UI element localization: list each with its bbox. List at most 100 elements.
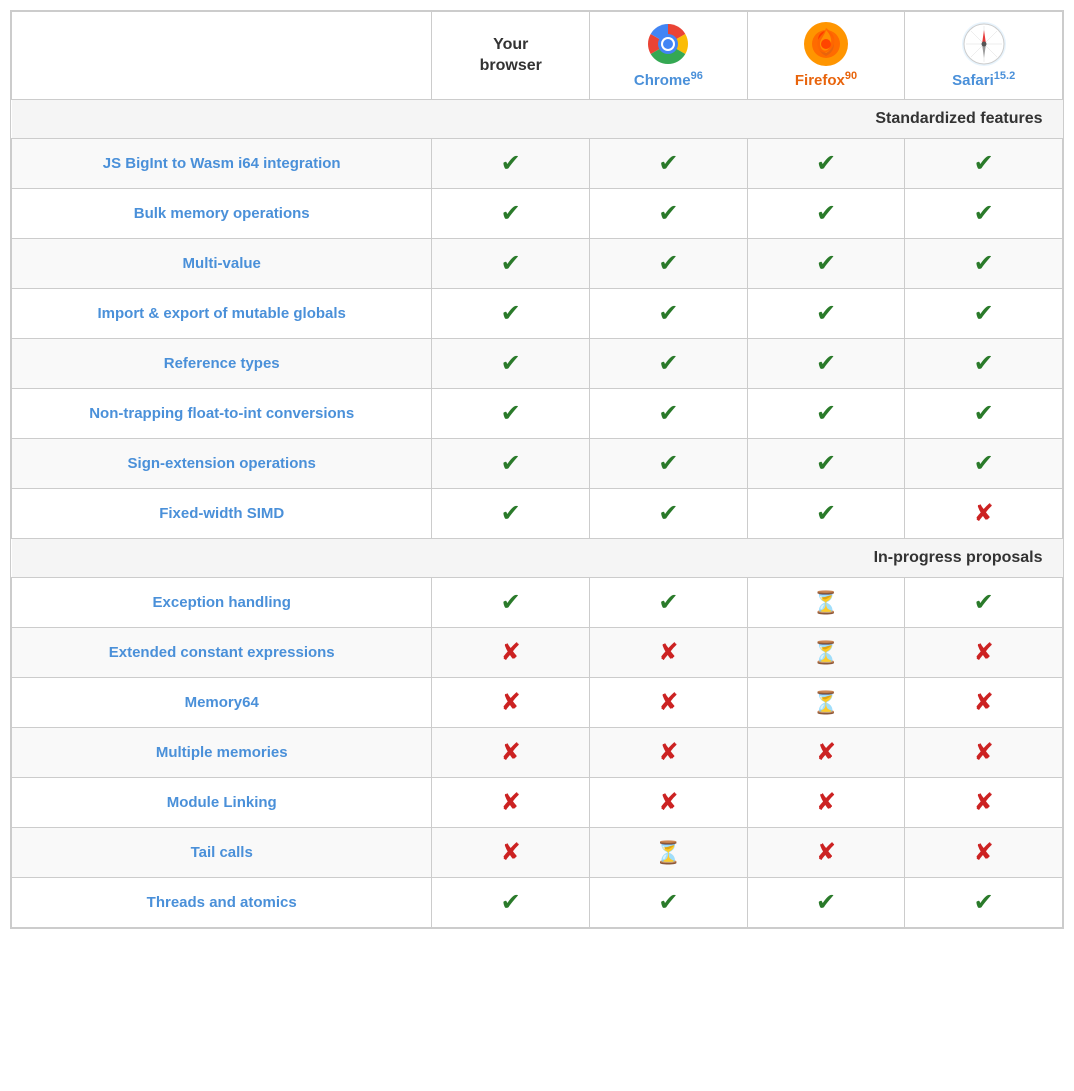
chrome-cell: ✔: [590, 489, 748, 539]
safari-cell: ✔: [905, 239, 1063, 289]
your-browser-label: Yourbrowser: [440, 35, 581, 77]
firefox-cell: ✔: [747, 139, 905, 189]
safari-icon: [962, 22, 1006, 66]
check-icon: ✔: [658, 200, 678, 227]
cross-icon: ✘: [974, 739, 994, 766]
feature-name: Module Linking: [12, 778, 432, 828]
cross-icon: ✘: [658, 739, 678, 766]
chrome-cell: ⏳: [590, 828, 748, 878]
safari-label: Safari15.2: [952, 70, 1015, 89]
firefox-cell: ✘: [747, 828, 905, 878]
feature-name: Multi-value: [12, 239, 432, 289]
check-icon: ✔: [974, 200, 994, 227]
table-row: Tail calls ✘ ⏳ ✘ ✘: [12, 828, 1063, 878]
check-icon: ✔: [816, 500, 836, 527]
cross-icon: ✘: [974, 839, 994, 866]
safari-cell: ✔: [905, 389, 1063, 439]
safari-version: 15.2: [994, 70, 1015, 82]
firefox-cell: ✔: [747, 489, 905, 539]
firefox-cell: ✔: [747, 339, 905, 389]
chrome-header: Chrome96: [590, 12, 748, 100]
safari-cell: ✔: [905, 339, 1063, 389]
check-icon: ✔: [974, 889, 994, 916]
cross-icon: ✘: [974, 639, 994, 666]
feature-name: Non-trapping float-to-int conversions: [12, 389, 432, 439]
feature-column-header: [12, 12, 432, 100]
feature-name: Memory64: [12, 678, 432, 728]
safari-cell: ✘: [905, 489, 1063, 539]
check-icon: ✔: [816, 400, 836, 427]
table-row: Bulk memory operations ✔ ✔ ✔ ✔: [12, 189, 1063, 239]
your-browser-cell: ✔: [432, 878, 590, 928]
section-header: In-progress proposals: [12, 539, 1063, 578]
firefox-cell: ✔: [747, 189, 905, 239]
your-browser-cell: ✔: [432, 389, 590, 439]
your-browser-cell: ✘: [432, 778, 590, 828]
table-body: Standardized features JS BigInt to Wasm …: [12, 100, 1063, 928]
feature-name: Exception handling: [12, 578, 432, 628]
cross-icon: ✘: [974, 500, 994, 527]
table-row: Non-trapping float-to-int conversions ✔ …: [12, 389, 1063, 439]
check-icon: ✔: [974, 450, 994, 477]
your-browser-cell: ✔: [432, 439, 590, 489]
check-icon: ✔: [974, 350, 994, 377]
feature-name: Threads and atomics: [12, 878, 432, 928]
your-browser-cell: ✘: [432, 728, 590, 778]
check-icon: ✔: [501, 350, 521, 377]
firefox-cell: ✔: [747, 389, 905, 439]
check-icon: ✔: [816, 150, 836, 177]
check-icon: ✔: [974, 250, 994, 277]
safari-cell: ✘: [905, 828, 1063, 878]
cross-icon: ✘: [816, 739, 836, 766]
table-row: Memory64 ✘ ✘ ⏳ ✘: [12, 678, 1063, 728]
table-row: Import & export of mutable globals ✔ ✔ ✔…: [12, 289, 1063, 339]
your-browser-cell: ✔: [432, 289, 590, 339]
check-icon: ✔: [501, 250, 521, 277]
cross-icon: ✘: [501, 689, 521, 716]
your-browser-cell: ✔: [432, 489, 590, 539]
check-icon: ✔: [658, 350, 678, 377]
your-browser-cell: ✔: [432, 578, 590, 628]
check-icon: ✔: [658, 400, 678, 427]
feature-name: JS BigInt to Wasm i64 integration: [12, 139, 432, 189]
chrome-cell: ✔: [590, 339, 748, 389]
cross-icon: ✘: [658, 639, 678, 666]
cross-icon: ✘: [816, 839, 836, 866]
safari-cell: ✘: [905, 628, 1063, 678]
table-row: Multi-value ✔ ✔ ✔ ✔: [12, 239, 1063, 289]
safari-header: Safari15.2: [905, 12, 1063, 100]
chrome-icon: [646, 22, 690, 66]
firefox-cell: ⏳: [747, 628, 905, 678]
chrome-cell: ✔: [590, 139, 748, 189]
check-icon: ✔: [816, 350, 836, 377]
feature-name: Extended constant expressions: [12, 628, 432, 678]
check-icon: ✔: [816, 250, 836, 277]
table-row: Fixed-width SIMD ✔ ✔ ✔ ✘: [12, 489, 1063, 539]
feature-name: Fixed-width SIMD: [12, 489, 432, 539]
safari-cell: ✔: [905, 289, 1063, 339]
hourglass-icon: ⏳: [812, 640, 839, 665]
chrome-cell: ✔: [590, 578, 748, 628]
check-icon: ✔: [974, 400, 994, 427]
feature-name: Reference types: [12, 339, 432, 389]
section-title: Standardized features: [12, 100, 1063, 139]
chrome-cell: ✔: [590, 239, 748, 289]
your-browser-cell: ✔: [432, 189, 590, 239]
your-browser-cell: ✔: [432, 139, 590, 189]
check-icon: ✔: [501, 200, 521, 227]
check-icon: ✔: [658, 300, 678, 327]
firefox-cell: ⏳: [747, 578, 905, 628]
check-icon: ✔: [816, 889, 836, 916]
your-browser-header: Yourbrowser: [432, 12, 590, 100]
feature-name: Import & export of mutable globals: [12, 289, 432, 339]
safari-cell: ✔: [905, 578, 1063, 628]
chrome-cell: ✔: [590, 439, 748, 489]
cross-icon: ✘: [501, 739, 521, 766]
feature-name: Tail calls: [12, 828, 432, 878]
table-row: Multiple memories ✘ ✘ ✘ ✘: [12, 728, 1063, 778]
safari-cell: ✔: [905, 439, 1063, 489]
cross-icon: ✘: [501, 839, 521, 866]
firefox-cell: ✘: [747, 778, 905, 828]
check-icon: ✔: [658, 500, 678, 527]
cross-icon: ✘: [658, 689, 678, 716]
